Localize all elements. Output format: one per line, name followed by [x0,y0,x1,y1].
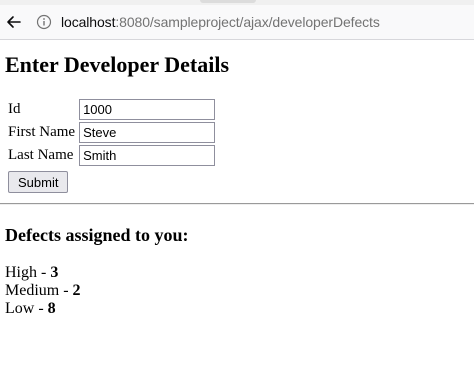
defect-count: 8 [47,300,56,317]
info-icon[interactable] [33,11,55,33]
form-table: Id First Name Last Name [5,97,218,168]
defect-item-medium: Medium - 2 [5,282,469,300]
last-name-label: Last Name [8,147,74,163]
back-arrow-icon[interactable] [3,11,25,33]
defect-item-high: High - 3 [5,264,469,282]
defects-heading: Defects assigned to you: [5,225,189,245]
first-name-label: First Name [8,124,76,140]
defects-section: Defects assigned to you: High - 3 Medium… [0,225,474,318]
defect-label: High - [5,264,51,281]
url-text[interactable]: localhost:8080/sampleproject/ajax/develo… [61,14,380,30]
divider [0,203,474,205]
address-bar[interactable]: localhost:8080/sampleproject/ajax/develo… [0,5,474,40]
active-tab[interactable] [200,0,256,3]
last-name-input[interactable] [79,145,216,166]
id-input[interactable] [79,99,216,120]
form-row-last-name: Last Name [7,145,216,166]
tab-strip [0,0,474,5]
submit-button[interactable]: Submit [8,171,69,193]
id-label: Id [8,101,21,117]
url-path: :8080/sampleproject/ajax/developerDefect… [115,14,380,30]
defect-label: Low - [5,300,48,317]
form-row-first-name: First Name [7,122,216,143]
defect-count: 2 [72,282,81,299]
defect-label: Medium - [5,282,73,299]
first-name-input[interactable] [79,122,216,143]
defect-count: 3 [50,264,59,281]
page-content: Enter Developer Details Id First Name La… [0,52,474,193]
developer-form: Id First Name Last Name Submit [5,97,469,193]
form-row-id: Id [7,99,216,120]
url-host: localhost [61,14,116,30]
page-title: Enter Developer Details [5,52,230,77]
defect-item-low: Low - 8 [5,300,469,318]
browser-window: localhost:8080/sampleproject/ajax/develo… [0,0,474,382]
